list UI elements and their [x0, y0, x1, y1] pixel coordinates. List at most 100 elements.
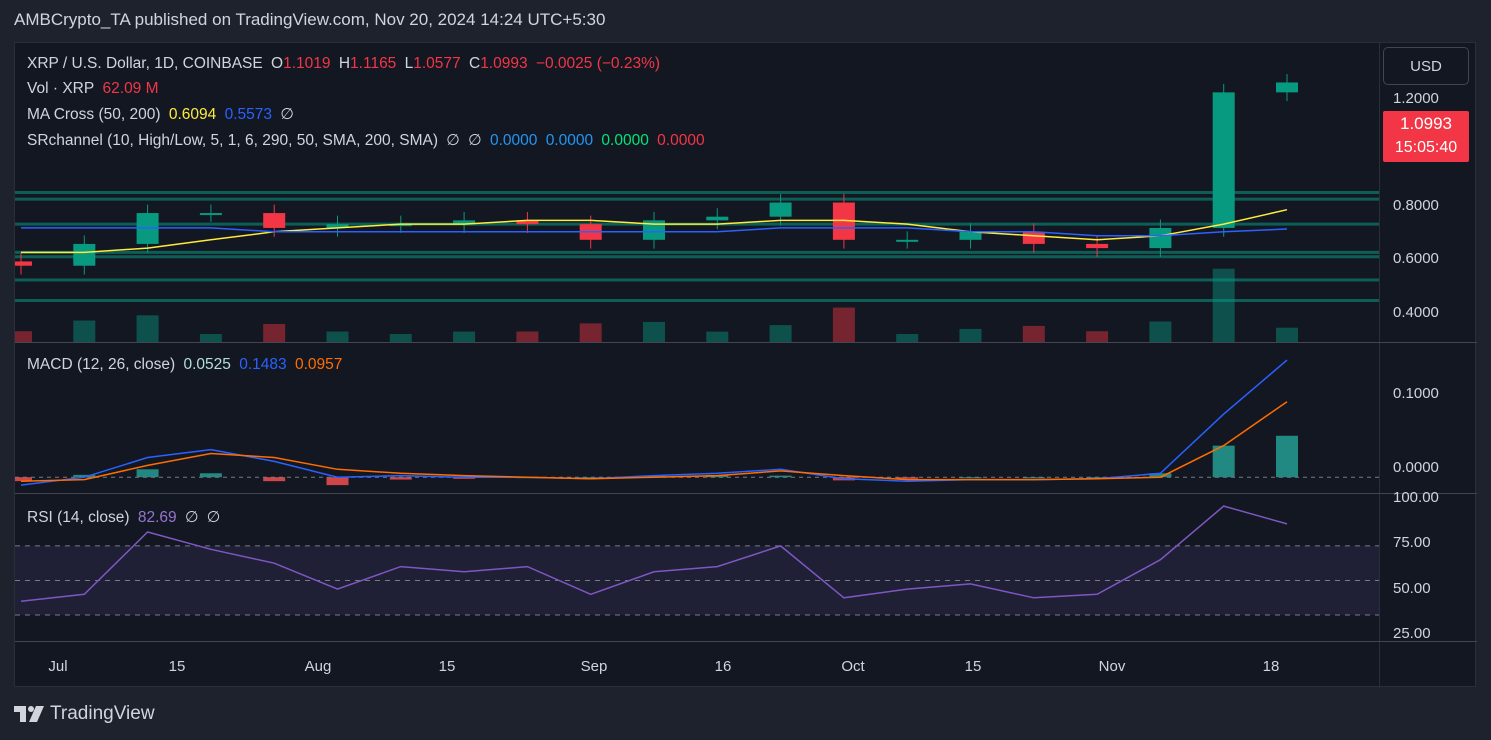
rsi-label: RSI (14, close): [27, 509, 130, 526]
tradingview-logo[interactable]: TradingView: [14, 703, 155, 725]
srchannel-value-2: 0.0000: [545, 132, 594, 149]
price-tick-1: 1.2000: [1393, 90, 1439, 107]
tradingview-brand: TradingView: [50, 703, 155, 724]
macd-signal-line: [20, 401, 1288, 482]
srchannel-empty-1: ∅: [446, 132, 460, 149]
sr-level-line: [15, 191, 1379, 194]
currency-button[interactable]: USD: [1383, 47, 1469, 85]
time-tick-sep-16: 16: [714, 658, 732, 675]
macd-histogram-bar: [326, 477, 349, 486]
rsi-value: 82.69: [137, 509, 177, 526]
volume-value: 62.09 M: [102, 80, 159, 97]
change-value: −0.0025 (−0.23%): [535, 55, 661, 72]
time-tick-aug-15: 15: [438, 658, 456, 675]
volume-bar: [1212, 268, 1235, 342]
candle-body: [263, 213, 286, 228]
candle-body: [1086, 243, 1109, 249]
volume-bar: [706, 331, 729, 342]
high-value: 1.1165: [350, 55, 397, 72]
srchannel-label: SRchannel (10, High/Low, 5, 1, 6, 290, 5…: [27, 132, 438, 149]
volume-bar: [579, 323, 602, 342]
candle-body: [1276, 82, 1298, 93]
macd-line-value: 0.1483: [239, 356, 287, 373]
macd-histogram-value: 0.0525: [183, 356, 231, 373]
candle-body: [1149, 227, 1172, 249]
sr-level-line: [15, 255, 1379, 259]
volume-legend[interactable]: Vol · XRP 62.09 M: [27, 80, 163, 98]
ma-empty-value: ∅: [280, 106, 294, 123]
chart-frame: XRP / U.S. Dollar, 1D, COINBASE O1.1019 …: [14, 42, 1477, 688]
volume-bar: [832, 307, 855, 342]
time-tick-oct-15: 15: [964, 658, 982, 675]
tradingview-logo-icon: [14, 706, 44, 722]
candle-body: [706, 216, 729, 221]
volume-bar: [896, 334, 919, 342]
candle-body: [15, 261, 32, 266]
srchannel-value-4: 0.0000: [657, 132, 705, 149]
time-tick-oct: Oct: [841, 658, 865, 675]
volume-bar: [1022, 325, 1045, 342]
macd-histogram-bar: [769, 475, 792, 478]
volume-bar: [136, 315, 159, 342]
ma50-value: 0.6094: [168, 106, 217, 123]
macd-histogram-bar: [263, 477, 286, 482]
srchannel-legend[interactable]: SRchannel (10, High/Low, 5, 1, 6, 290, 5…: [27, 131, 709, 150]
macd-line: [20, 359, 1288, 486]
macd-histogram-bar: [1276, 435, 1298, 478]
macd-signal-value: 0.0957: [294, 356, 343, 373]
time-tick-sep: Sep: [580, 658, 608, 675]
price-tick-2: 0.8000: [1393, 197, 1439, 214]
srchannel-value-3: 0.0000: [601, 132, 649, 149]
symbol-legend: XRP / U.S. Dollar, 1D, COINBASE O1.1019 …: [27, 55, 664, 73]
candle-body: [199, 213, 222, 216]
macd-histogram-bar: [1212, 445, 1235, 478]
time-tick-aug: Aug: [304, 658, 332, 675]
macd-histogram-bar: [136, 469, 159, 478]
candle-body: [769, 202, 792, 217]
candle-body: [73, 243, 96, 266]
macd-label: MACD (12, 26, close): [27, 356, 176, 373]
high-label: H: [338, 55, 351, 72]
last-price: 1.0993: [1400, 114, 1452, 133]
volume-bar: [326, 331, 349, 342]
sr-level-line: [15, 197, 1379, 201]
low-label: L: [404, 55, 414, 72]
volume-bar: [643, 321, 665, 342]
macd-legend[interactable]: MACD (12, 26, close) 0.0525 0.1483 0.095…: [27, 356, 346, 374]
volume-bar: [453, 331, 476, 342]
volume-bar: [1276, 327, 1298, 342]
price-tick-4: 0.4000: [1393, 304, 1439, 321]
macd-tick-2: 0.0000: [1393, 459, 1439, 476]
ma-cross-label: MA Cross (50, 200): [27, 106, 161, 123]
candle-body: [1212, 92, 1235, 228]
sr-level-line: [15, 278, 1379, 282]
time-tick-nov-18: 18: [1262, 658, 1280, 675]
time-tick-nov: Nov: [1098, 658, 1126, 675]
time-tick-jul: Jul: [48, 658, 68, 675]
rsi-legend[interactable]: RSI (14, close) 82.69 ∅ ∅: [27, 508, 224, 527]
rsi-tick-2: 75.00: [1393, 534, 1431, 551]
ma200-value: 0.5573: [224, 106, 272, 123]
sr-level-line: [15, 299, 1379, 303]
candle-body: [896, 239, 919, 242]
bar-countdown: 15:05:40: [1394, 139, 1458, 156]
volume-bar: [73, 320, 96, 342]
symbol-name[interactable]: XRP / U.S. Dollar, 1D, COINBASE: [27, 55, 263, 72]
volume-bar: [389, 334, 412, 342]
volume-bar: [516, 331, 539, 342]
volume-bar: [263, 324, 286, 342]
volume-bar: [769, 325, 792, 342]
rsi-empty-2: ∅: [206, 509, 221, 526]
volume-bar: [1149, 321, 1172, 342]
candle-body: [1022, 231, 1045, 244]
volume-bar: [199, 334, 222, 342]
volume-bar: [1086, 331, 1109, 342]
close-label: C: [468, 55, 481, 72]
last-price-tag: 1.0993 15:05:40: [1383, 111, 1469, 162]
macd-histogram-bar: [199, 473, 222, 478]
ma-cross-legend[interactable]: MA Cross (50, 200) 0.6094 0.5573 ∅: [27, 105, 298, 124]
volume-bar: [15, 331, 32, 342]
rsi-empty-1: ∅: [184, 509, 199, 526]
publish-header: AMBCrypto_TA published on TradingView.co…: [14, 10, 606, 29]
open-label: O: [271, 55, 284, 72]
